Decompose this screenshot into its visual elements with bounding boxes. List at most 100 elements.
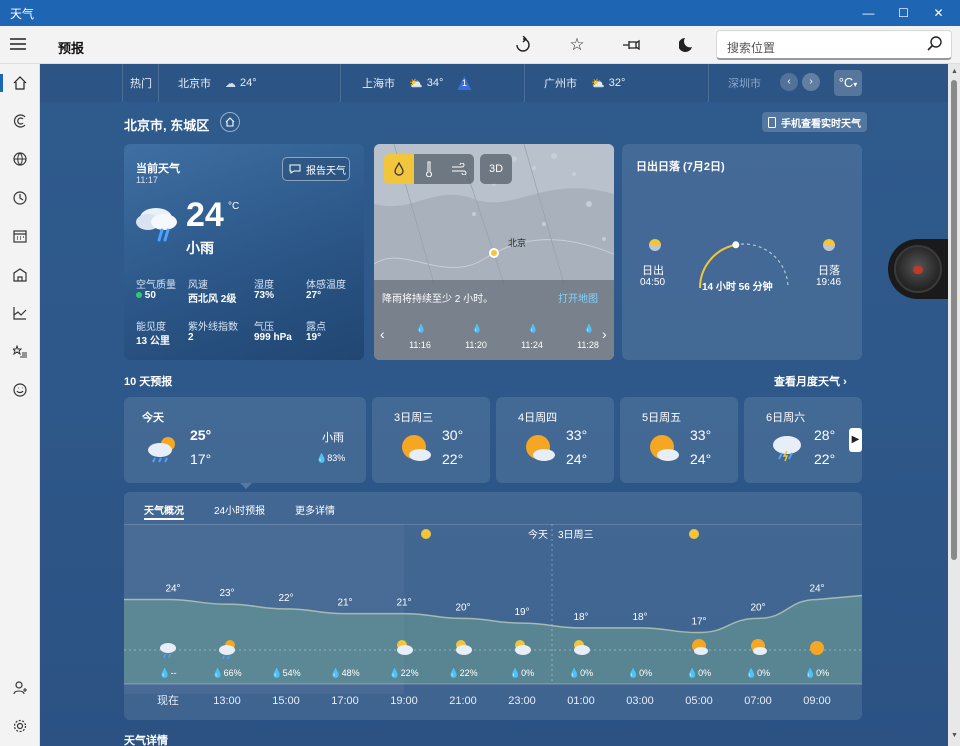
- strip-next-chevron-icon[interactable]: ›: [802, 73, 820, 91]
- nav-history-clock-icon[interactable]: [0, 184, 40, 212]
- settings-gear-icon[interactable]: [0, 712, 40, 740]
- map-city-label: 北京: [508, 238, 527, 248]
- nav-city-building-icon[interactable]: [0, 261, 40, 289]
- hourly-temp-label: 23°: [219, 588, 234, 599]
- minimize-button[interactable]: —: [850, 0, 887, 26]
- drop-icon: 💧: [316, 453, 328, 463]
- hourly-temp-label: 20°: [455, 602, 470, 613]
- forecast-day[interactable]: 3日周三 30° 22°: [372, 397, 490, 483]
- hourly-time-label: 01:00: [567, 695, 595, 707]
- section-title: 预报: [58, 41, 85, 56]
- day-low: 24°: [690, 451, 712, 467]
- set-home-location-icon[interactable]: [220, 112, 240, 132]
- favorite-star-icon[interactable]: ☆: [564, 32, 590, 58]
- forecast-day[interactable]: 5日周五 33° 24°: [620, 397, 738, 483]
- search-icon[interactable]: [927, 36, 943, 55]
- dark-mode-moon-icon[interactable]: [673, 32, 699, 58]
- hourly-precip-label: 💧22%: [389, 667, 418, 678]
- hourly-precip-label: 💧--: [159, 667, 176, 678]
- search-input[interactable]: 搜索位置: [716, 30, 952, 60]
- nav-trends-chart-icon[interactable]: [0, 299, 40, 327]
- map-time: 11:28: [577, 340, 599, 350]
- drop-icon: 💧: [416, 324, 426, 333]
- thermometer-icon[interactable]: [414, 154, 444, 184]
- aqi-value[interactable]: 50: [136, 290, 156, 301]
- day-label: 6日周六: [766, 412, 806, 424]
- nav-maps-globe-icon[interactable]: [0, 145, 40, 173]
- vertical-scrollbar[interactable]: ▲ ▼: [948, 64, 960, 746]
- monthly-link-label: 查看月度天气: [774, 376, 840, 388]
- nav-forecast-icon[interactable]: [0, 107, 40, 135]
- top-toolbar: 预报 ☆ 搜索位置: [0, 26, 960, 64]
- day-low: 17°: [190, 451, 212, 467]
- tab-overview[interactable]: 天气概况: [144, 502, 184, 517]
- hourly-temperature-chart[interactable]: 今天 3日周三 24° 💧-- 现在 23° 💧66% 13:00 22° 💧54% 15:00 21…: [124, 524, 862, 720]
- map-time: 11:16: [409, 340, 431, 350]
- city-name: 上海市: [362, 78, 395, 90]
- account-user-icon[interactable]: [0, 674, 40, 702]
- partly-cloudy-icon: ⛅: [409, 77, 423, 90]
- forecast-day[interactable]: 6日周六 28° 22°: [744, 397, 862, 483]
- hourly-time-label: 19:00: [390, 695, 418, 707]
- radar-map-card[interactable]: 3D 北京 降雨将持续至少 2 小时。 打开地图 ‹ › 💧 11:16 💧 1…: [374, 144, 614, 360]
- rain-sun-icon: [146, 433, 180, 468]
- chat-bubble-icon: [289, 164, 301, 174]
- map-timeline[interactable]: 💧 11:16 💧 11:20 💧 11:24 💧 11:28: [400, 324, 599, 354]
- hourly-temp-label: 18°: [573, 612, 588, 623]
- city-item-guangzhou[interactable]: 广州市 ⛅ 32°: [544, 64, 625, 102]
- strip-prev-chevron-icon[interactable]: ‹: [780, 73, 798, 91]
- partly-cloudy-icon: [398, 433, 432, 468]
- forecast-day[interactable]: 4日周四 33° 24°: [496, 397, 614, 483]
- pin-icon[interactable]: [618, 32, 644, 58]
- hamburger-menu-icon[interactable]: [8, 36, 32, 54]
- tab-more-details[interactable]: 更多详情: [295, 502, 335, 517]
- scrollbar-thumb[interactable]: [951, 80, 957, 560]
- sunrise-time: 04:50: [640, 277, 666, 288]
- drop-icon: 💧: [528, 324, 538, 333]
- unit-toggle-button[interactable]: °C▾: [834, 70, 862, 96]
- precip-drop-icon[interactable]: [384, 154, 414, 184]
- maximize-button[interactable]: ☐: [885, 0, 922, 26]
- close-button[interactable]: ✕: [920, 0, 957, 26]
- floating-widget[interactable]: [888, 239, 948, 299]
- map-3d-button[interactable]: 3D: [480, 154, 512, 184]
- hourly-temp-label: 19°: [514, 607, 529, 618]
- uv-label: 紫外线指数: [188, 322, 238, 333]
- scroll-down-arrow-icon[interactable]: ▼: [951, 732, 958, 739]
- nav-home-icon[interactable]: [0, 69, 40, 97]
- city-item-beijing[interactable]: 北京市 ☁ 24°: [178, 64, 257, 102]
- forecast-day-today[interactable]: 今天 25° 17° 小雨 💧83%: [124, 397, 366, 489]
- forecast-next-arrow-icon[interactable]: ▶: [849, 428, 862, 452]
- scroll-up-arrow-icon[interactable]: ▲: [951, 68, 958, 75]
- sun-icon: [810, 641, 824, 655]
- sunrise-sunset-card: 日出日落 (7月2日) 日出 04:50 日落 19:46 14 小时 56 分…: [622, 144, 862, 360]
- phone-live-weather-button[interactable]: 手机查看实时天气: [762, 112, 867, 132]
- unit-label: °C: [838, 75, 854, 90]
- feels-like-value: 27°: [306, 290, 322, 301]
- drop-icon: 💧: [472, 324, 482, 333]
- nav-favorites-list-icon[interactable]: [0, 338, 40, 366]
- open-map-link[interactable]: 打开地图: [558, 290, 598, 305]
- nav-life-smile-icon[interactable]: [0, 376, 40, 404]
- nav-calendar-icon[interactable]: [0, 222, 40, 250]
- alert-badge[interactable]: 1: [457, 76, 472, 90]
- report-weather-button[interactable]: 报告天气: [282, 157, 350, 181]
- sunrise-marker-icon: [689, 529, 699, 539]
- city-item-shenzhen[interactable]: 深圳市: [728, 64, 761, 102]
- city-item-shanghai[interactable]: 上海市 ⛅ 34° 1: [362, 64, 472, 102]
- humidity-value: 73%: [254, 290, 275, 301]
- title-bar: 天气 — ☐ ✕: [0, 0, 960, 26]
- current-time: 11:17: [136, 175, 158, 185]
- dew-point-value: 19°: [306, 332, 322, 343]
- hourly-precip-label: 💧0%: [805, 667, 829, 678]
- refresh-icon[interactable]: [510, 32, 536, 58]
- thunder-rain-icon: [770, 433, 804, 468]
- current-unit: °C: [228, 201, 240, 212]
- current-condition: 小雨: [186, 240, 214, 256]
- main-content: 热门 北京市 ☁ 24° 上海市 ⛅ 34° 1 广州市 ⛅ 32° 深圳市 ‹…: [40, 64, 948, 746]
- monthly-weather-link[interactable]: 查看月度天气 ›: [774, 373, 847, 389]
- map-prev-chevron-icon[interactable]: ‹: [380, 326, 385, 342]
- partly-cloudy-icon: [522, 433, 556, 468]
- wind-icon[interactable]: [444, 154, 474, 184]
- tab-hourly[interactable]: 24小时预报: [214, 502, 265, 517]
